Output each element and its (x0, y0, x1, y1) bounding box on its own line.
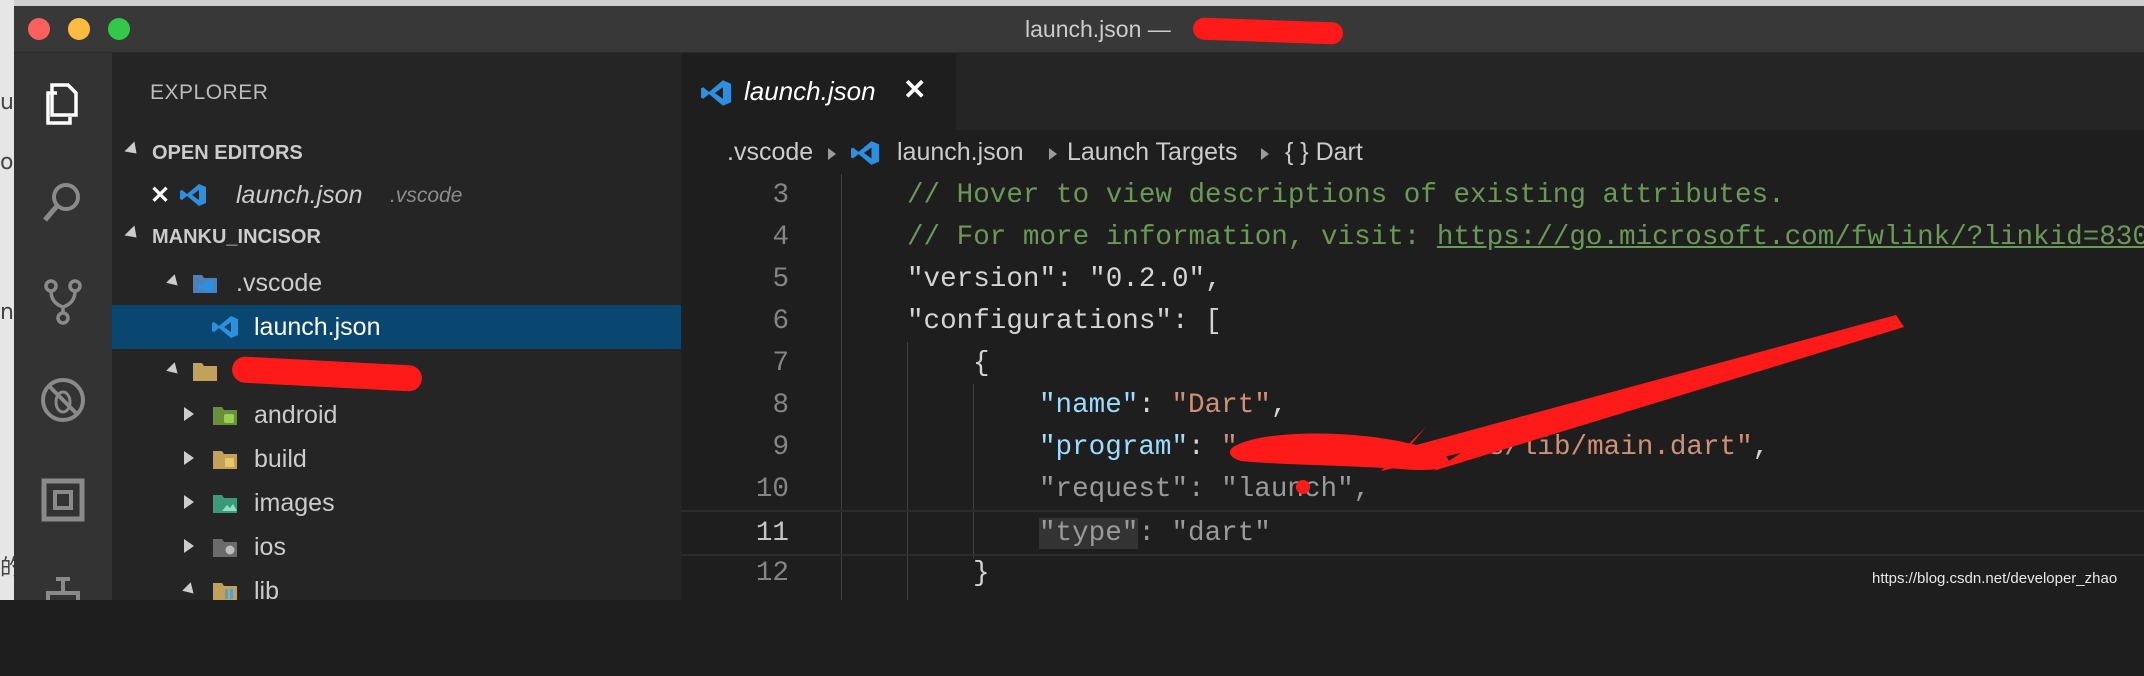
activity-bar (14, 53, 112, 600)
code-line: 8 "name": "Dart", (681, 384, 2144, 426)
line-number: 11 (755, 518, 789, 549)
vscode-file-icon (180, 184, 206, 206)
watermark: https://blog.csdn.net/developer_zhao (1872, 570, 2118, 587)
chevron-right-icon (828, 148, 836, 160)
line-number: 4 (772, 222, 789, 253)
chevron-down-icon (166, 362, 182, 378)
explorer-icon[interactable] (38, 79, 88, 129)
editor-area: launch.json ✕ .vscode launch.json Launch… (681, 53, 2144, 600)
search-icon[interactable] (38, 177, 88, 227)
breadcrumb: .vscode launch.json Launch Targets { } D… (681, 130, 2144, 174)
chevron-right-icon (184, 539, 194, 553)
tree-folder-build[interactable]: build (112, 437, 681, 481)
chevron-right-icon (1049, 148, 1057, 160)
folder-icon (193, 363, 217, 381)
open-editor-item[interactable]: ✕ launch.json .vscode (112, 173, 681, 217)
code-line: 4 // For more information, visit: https:… (681, 216, 2144, 258)
code-line: 6 "configurations": [ (681, 300, 2144, 342)
tree-folder-android[interactable]: android (112, 393, 681, 437)
minimize-window-button[interactable] (68, 18, 90, 40)
tree-folder-images[interactable]: images (112, 481, 681, 525)
line-number: 3 (772, 180, 789, 211)
android-folder-icon (213, 407, 237, 425)
chevron-right-icon (1261, 148, 1269, 160)
open-editors-header[interactable]: OPEN EDITORS (112, 133, 681, 173)
tree-folder-ios[interactable]: ios (112, 525, 681, 569)
close-tab-icon[interactable]: ✕ (903, 73, 926, 106)
chevron-right-icon (184, 451, 194, 465)
breadcrumb-item-vscode[interactable]: .vscode (727, 138, 813, 167)
vscode-folder-icon (193, 275, 217, 293)
breadcrumb-item-dart[interactable]: { } Dart (1285, 138, 1363, 167)
vscode-file-icon (212, 316, 238, 338)
title-bar: launch.json — r (14, 6, 2144, 53)
breadcrumb-item-launch-json[interactable]: launch.json (897, 138, 1023, 167)
code-line-current: 11 "type": "dart" (681, 510, 2144, 556)
images-folder-icon (213, 495, 237, 513)
line-number: 6 (772, 306, 789, 337)
chevron-down-icon (166, 274, 182, 290)
tab-launch-json[interactable]: launch.json ✕ (681, 53, 956, 130)
chevron-down-icon (182, 582, 198, 598)
tab-bar: launch.json ✕ (681, 53, 2144, 130)
line-number: 9 (772, 432, 789, 463)
line-number: 12 (755, 558, 789, 589)
test-icon[interactable] (38, 573, 88, 600)
source-control-icon[interactable] (38, 277, 88, 327)
doc-link[interactable]: https://go.microsoft.com/fwlink/?linkid=… (1437, 222, 2144, 253)
chevron-right-icon (184, 407, 194, 421)
tree-folder-redacted[interactable] (112, 349, 681, 393)
redaction-mark (231, 356, 423, 392)
tree-file-launch-json[interactable]: launch.json (112, 305, 681, 349)
background-desktop-left: u o n 的 (0, 0, 22, 600)
breadcrumb-item-launch-targets[interactable]: Launch Targets (1067, 138, 1238, 167)
code-line: 9 "program": " s/lib/main.dart", (681, 426, 2144, 468)
chevron-right-icon (184, 495, 194, 509)
chevron-down-icon (124, 141, 142, 159)
maximize-window-button[interactable] (108, 18, 130, 40)
vscode-file-icon (851, 141, 879, 165)
code-editor[interactable]: 3 // Hover to view descriptions of exist… (681, 174, 2144, 600)
close-window-button[interactable] (28, 18, 50, 40)
build-folder-icon (213, 451, 237, 469)
code-line: 5 "version": "0.2.0", (681, 258, 2144, 300)
extensions-icon[interactable] (38, 475, 88, 525)
line-number: 5 (772, 264, 789, 295)
explorer-sidebar: EXPLORER OPEN EDITORS ✕ launch.json .vsc… (112, 53, 681, 600)
vscode-file-icon (701, 80, 731, 106)
tree-folder-vscode[interactable]: .vscode (112, 261, 681, 305)
chevron-down-icon (124, 225, 142, 243)
lib-folder-icon (213, 583, 237, 600)
line-number: 7 (772, 348, 789, 379)
close-icon[interactable]: ✕ (150, 181, 170, 210)
line-number: 10 (755, 474, 789, 505)
debug-icon[interactable] (38, 375, 88, 425)
code-line: 7 { (681, 342, 2144, 384)
line-number: 8 (772, 390, 789, 421)
vscode-window: launch.json — r EXPLORER OPEN EDITORS (14, 6, 2144, 600)
tree-folder-lib[interactable]: lib (112, 569, 681, 600)
sidebar-title: EXPLORER (150, 81, 269, 104)
code-line: 10 "request": "launch", (681, 468, 2144, 510)
apple-folder-icon (213, 539, 237, 557)
project-header[interactable]: MANKU_INCISOR (112, 217, 681, 257)
code-line: 3 // Hover to view descriptions of exist… (681, 174, 2144, 216)
